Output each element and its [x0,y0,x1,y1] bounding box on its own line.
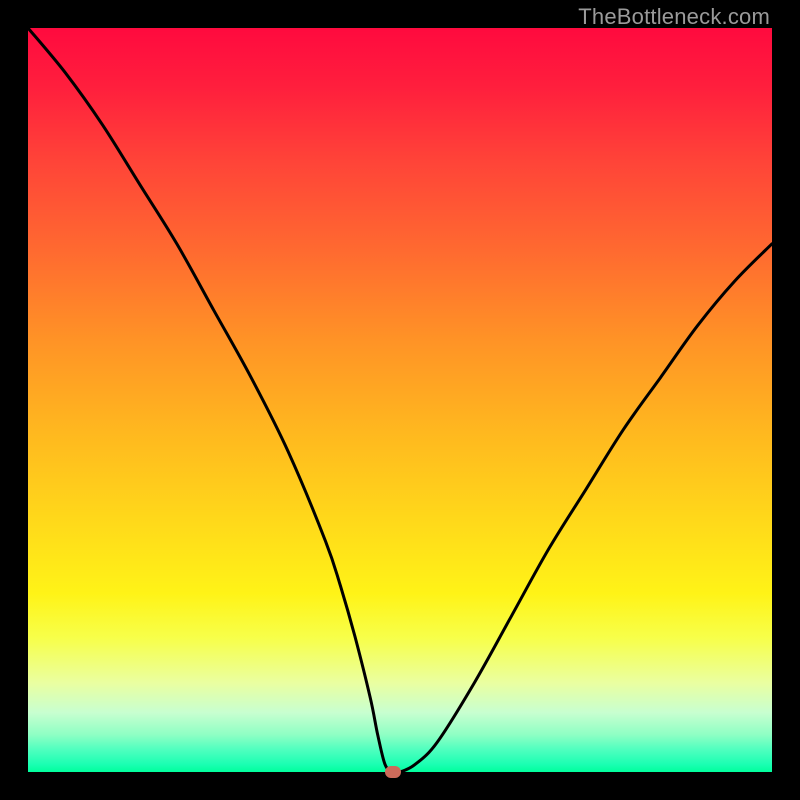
plot-area [28,28,772,772]
watermark-text: TheBottleneck.com [578,4,770,30]
chart-frame: TheBottleneck.com [0,0,800,800]
minimum-marker [385,766,401,778]
curve-svg [28,28,772,772]
bottleneck-curve-path [28,28,772,772]
